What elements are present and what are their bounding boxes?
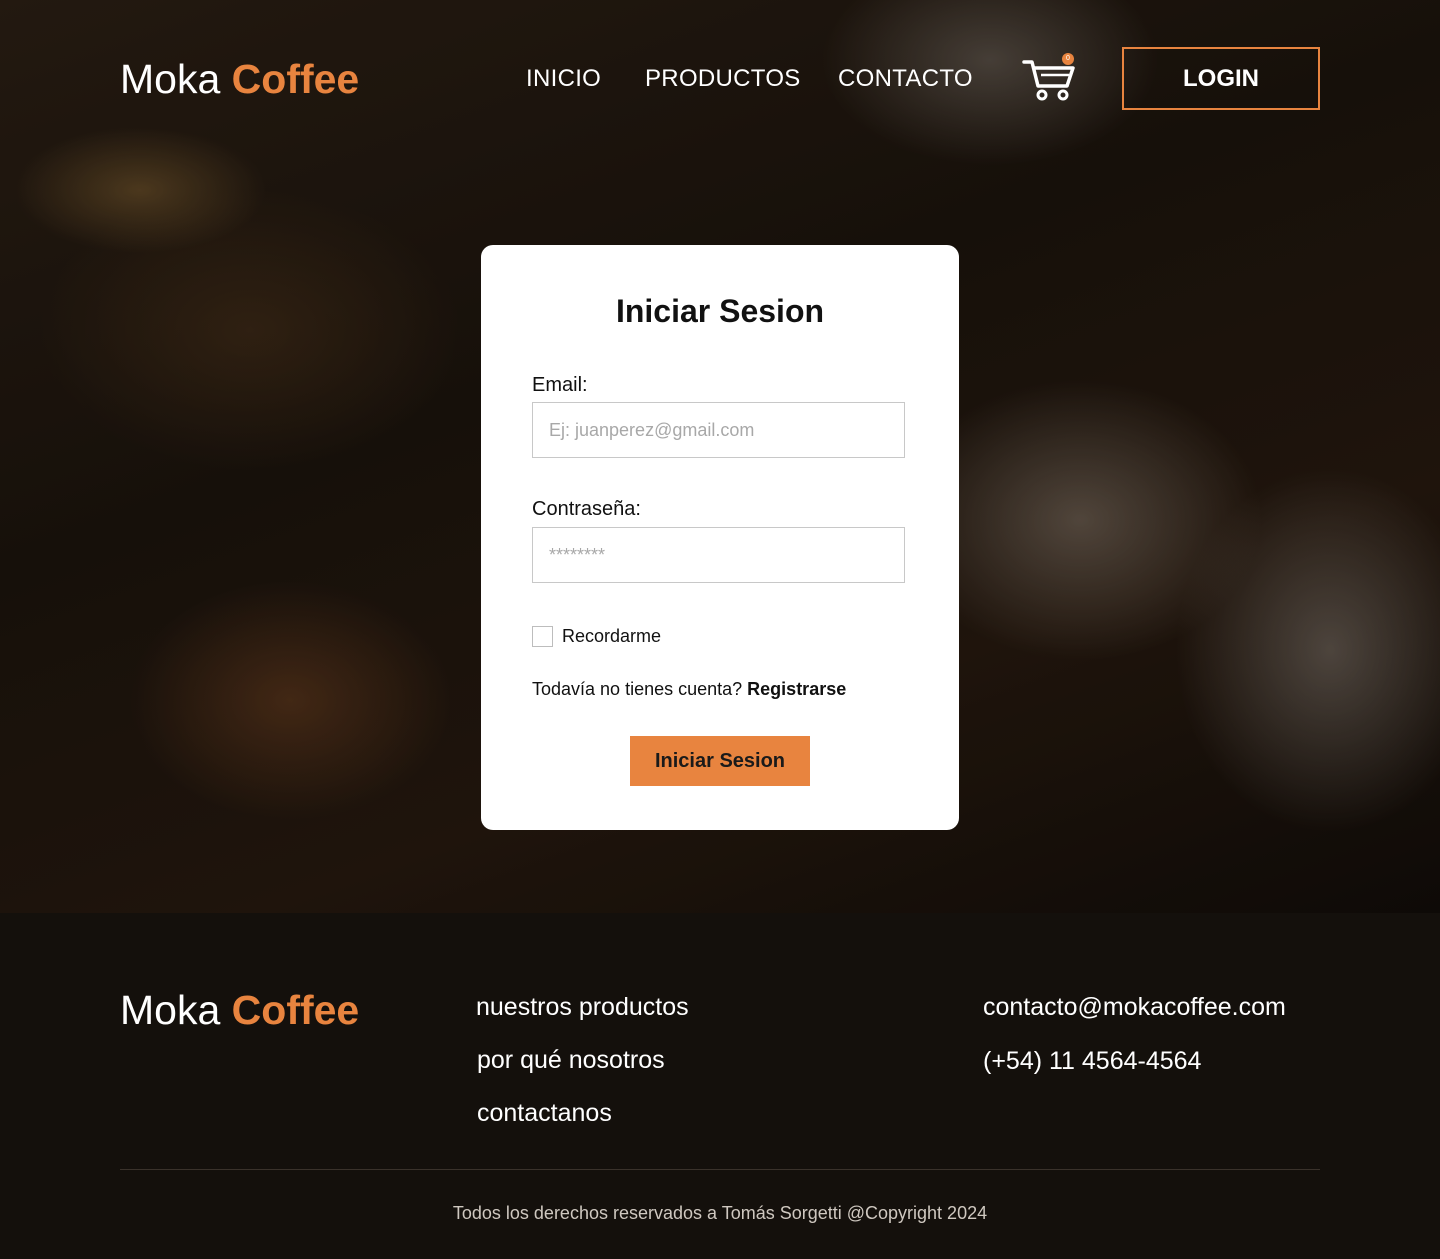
password-label: Contraseña: [532, 498, 641, 520]
footer-link-productos[interactable]: nuestros productos [476, 993, 689, 1022]
no-account-text: Todavía no tienes cuenta? [532, 679, 743, 699]
footer-logo-word-moka: Moka [120, 987, 221, 1033]
login-title: Iniciar Sesion [615, 293, 825, 329]
remember-me-row: Recordarme [532, 626, 661, 647]
nav-link-productos[interactable]: PRODUCTOS [645, 65, 801, 93]
footer-link-por-que-nosotros[interactable]: por qué nosotros [477, 1046, 665, 1075]
header-logo[interactable]: Moka Coffee [120, 59, 359, 100]
email-field[interactable] [532, 402, 905, 458]
register-prompt: Todavía no tienes cuenta? Registrarse [532, 679, 846, 700]
site-header: Moka Coffee INICIO PRODUCTOS CONTACTO 0 … [0, 0, 1440, 160]
login-submit-button[interactable]: Iniciar Sesion [630, 736, 810, 786]
remember-me-label[interactable]: Recordarme [562, 626, 661, 647]
remember-me-checkbox[interactable] [532, 626, 553, 647]
footer-contact-email[interactable]: contacto@mokacoffee.com [983, 993, 1286, 1022]
login-button[interactable]: LOGIN [1122, 47, 1320, 110]
site-footer: Moka Coffee nuestros productos por qué n… [0, 913, 1440, 1259]
cart-count-badge: 0 [1062, 53, 1074, 65]
nav-link-contacto[interactable]: CONTACTO [838, 65, 973, 93]
footer-contact-phone: (+54) 11 4564-4564 [983, 1047, 1202, 1075]
footer-logo-word-coffee: Coffee [231, 987, 360, 1033]
footer-divider [120, 1169, 1320, 1170]
logo-word-moka: Moka [120, 56, 221, 102]
password-field[interactable] [532, 527, 905, 583]
nav-link-inicio[interactable]: INICIO [526, 65, 601, 93]
copyright-text: Todos los derechos reservados a Tomás So… [452, 1203, 988, 1223]
login-card: Iniciar Sesion Email: Contraseña: Record… [481, 245, 959, 830]
footer-logo[interactable]: Moka Coffee [120, 990, 359, 1031]
logo-word-coffee: Coffee [231, 56, 360, 102]
register-link[interactable]: Registrarse [747, 679, 846, 699]
footer-link-contactanos[interactable]: contactanos [477, 1099, 612, 1128]
email-label: Email: [532, 374, 588, 396]
